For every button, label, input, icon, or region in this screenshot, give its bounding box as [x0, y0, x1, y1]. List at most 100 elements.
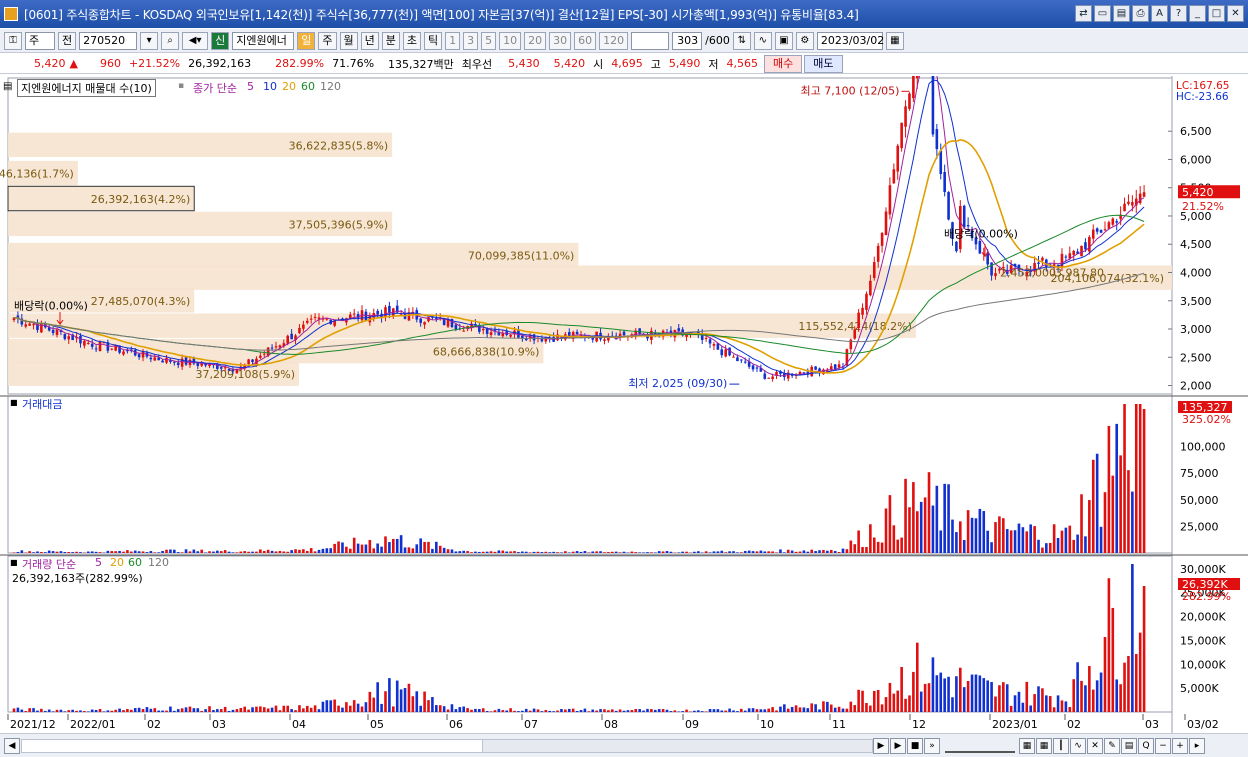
candle-body	[876, 245, 880, 262]
prev-button[interactable]: 전	[58, 31, 77, 50]
interval-10[interactable]: 10	[499, 31, 522, 50]
zoom-slider[interactable]	[945, 739, 1015, 753]
search-icon[interactable]: ⌕	[161, 31, 180, 50]
stop-icon[interactable]: ■	[907, 737, 923, 754]
amount-bar	[560, 552, 563, 553]
dropdown-icon[interactable]: ▾	[140, 31, 159, 50]
maximize-icon[interactable]: □	[1208, 5, 1225, 22]
scroll-thumb[interactable]	[482, 739, 872, 752]
expand-icon[interactable]: ▸	[1189, 737, 1205, 754]
link-icon[interactable]: ⇄	[1075, 5, 1092, 22]
period-day[interactable]: 일	[297, 31, 316, 50]
volume-bar	[212, 710, 215, 712]
candle-icon[interactable]: ┃	[1053, 737, 1069, 754]
print-icon[interactable]: ⎙	[1132, 5, 1149, 22]
buy-button[interactable]: 매수	[764, 54, 803, 73]
amount-bar	[822, 549, 825, 553]
speaker-icon[interactable]: ◀▾	[182, 31, 209, 50]
chart-icon[interactable]: ∿	[753, 31, 772, 50]
interval-120[interactable]: 120	[599, 31, 629, 50]
amount-bar	[208, 551, 211, 553]
candle-body	[94, 348, 98, 350]
panel-menu-icon[interactable]: ▤	[3, 81, 12, 92]
signal-button[interactable]: 신	[211, 31, 230, 50]
layout-icon[interactable]: ▤	[1113, 5, 1130, 22]
grid2-icon[interactable]: ▦	[1036, 737, 1052, 754]
count-input[interactable]: 303	[672, 31, 703, 50]
interval-5[interactable]: 5	[481, 31, 497, 50]
code-input[interactable]: 270520	[79, 31, 138, 50]
font-icon[interactable]: A	[1151, 5, 1168, 22]
volume-bar	[998, 685, 1001, 712]
scroll-left-icon[interactable]: ◀	[4, 737, 20, 754]
interval-3[interactable]: 3	[463, 31, 479, 50]
candle-body	[270, 347, 274, 349]
minimize-icon[interactable]: _	[1189, 5, 1206, 22]
interval-20[interactable]: 20	[524, 31, 547, 50]
lock-icon[interactable]: ⚿	[4, 31, 22, 50]
stock-name-field[interactable]: 지엔원에너	[232, 31, 295, 50]
volume-bar	[493, 710, 497, 712]
amount-bar	[176, 552, 180, 553]
scroll-track[interactable]	[21, 738, 873, 753]
volume-bar	[1060, 700, 1064, 712]
close-icon[interactable]: ✕	[1227, 5, 1244, 22]
line-icon[interactable]: ∿	[1070, 737, 1086, 754]
type-select[interactable]: 주	[25, 31, 55, 50]
candle-body	[736, 357, 739, 362]
period-week[interactable]: 주	[318, 31, 337, 50]
period-tick[interactable]: 틱	[424, 31, 443, 50]
candle-body	[481, 328, 485, 331]
volume-bar	[939, 672, 943, 712]
ma-10: 10	[263, 80, 277, 93]
arrows-icon[interactable]: ⇅	[732, 31, 751, 50]
scroll-right-icon[interactable]: ▶	[873, 737, 889, 754]
zoom-in-icon[interactable]: +	[1172, 737, 1188, 754]
zoom-out-icon[interactable]: −	[1155, 737, 1171, 754]
volume-bar	[114, 709, 117, 712]
period-minute[interactable]: 분	[381, 31, 400, 50]
volume-bar	[1029, 705, 1032, 712]
amount-bar	[1064, 527, 1068, 553]
help-icon[interactable]: ?	[1170, 5, 1187, 22]
calendar-icon[interactable]: ▦	[885, 31, 904, 50]
amount-bar	[501, 550, 505, 553]
play-icon[interactable]: ▶	[890, 737, 906, 754]
save-icon[interactable]: ▣	[774, 31, 793, 50]
amount-last-pct: 325.02%	[1182, 413, 1231, 426]
volume-profile-legend[interactable]: 지엔원에너지 매물대 수(10)	[17, 79, 156, 97]
volume-bar	[94, 709, 98, 712]
chart-type-icon[interactable]: ▤	[1121, 737, 1137, 754]
amount-bar	[1088, 500, 1091, 553]
zoom-search-icon[interactable]: Q	[1138, 737, 1154, 754]
amount-bar	[751, 551, 755, 553]
volume-bar	[767, 708, 770, 712]
period-month[interactable]: 월	[339, 31, 358, 50]
volume-bar	[16, 707, 20, 712]
period-year[interactable]: 년	[360, 31, 379, 50]
amount-bar	[1033, 526, 1036, 553]
interval-30[interactable]: 30	[549, 31, 572, 50]
date-input[interactable]: 2023/03/02	[816, 31, 884, 50]
interval-1[interactable]: 1	[445, 31, 461, 50]
period-second[interactable]: 초	[402, 31, 421, 50]
amount-bar	[446, 549, 450, 553]
candle-body	[489, 332, 493, 336]
cross-icon[interactable]: ✕	[1087, 737, 1103, 754]
grid-icon[interactable]: ▦	[1019, 737, 1035, 754]
tool-icon[interactable]: ✎	[1104, 737, 1120, 754]
fast-forward-icon[interactable]: »	[924, 737, 940, 754]
volume-bar	[1052, 707, 1056, 712]
amount-bar	[313, 551, 317, 553]
settings-icon[interactable]: ⚙	[795, 31, 814, 50]
interval-input[interactable]	[631, 31, 670, 50]
amount-bar	[747, 550, 751, 553]
sell-button[interactable]: 매도	[804, 54, 843, 73]
chart-area[interactable]: 36,622,835(5.8%) 10,846,136(1.7%) 26,392,1…	[0, 76, 1248, 734]
chart-canvas[interactable]: 36,622,835(5.8%) 10,846,136(1.7%) 26,392,1…	[0, 76, 1248, 734]
candle-body	[1088, 237, 1091, 252]
window-icon[interactable]: ▭	[1094, 5, 1111, 22]
ma-menu-icon[interactable]: ▪	[178, 81, 184, 91]
interval-60[interactable]: 60	[574, 31, 597, 50]
volume-bar	[478, 709, 481, 712]
